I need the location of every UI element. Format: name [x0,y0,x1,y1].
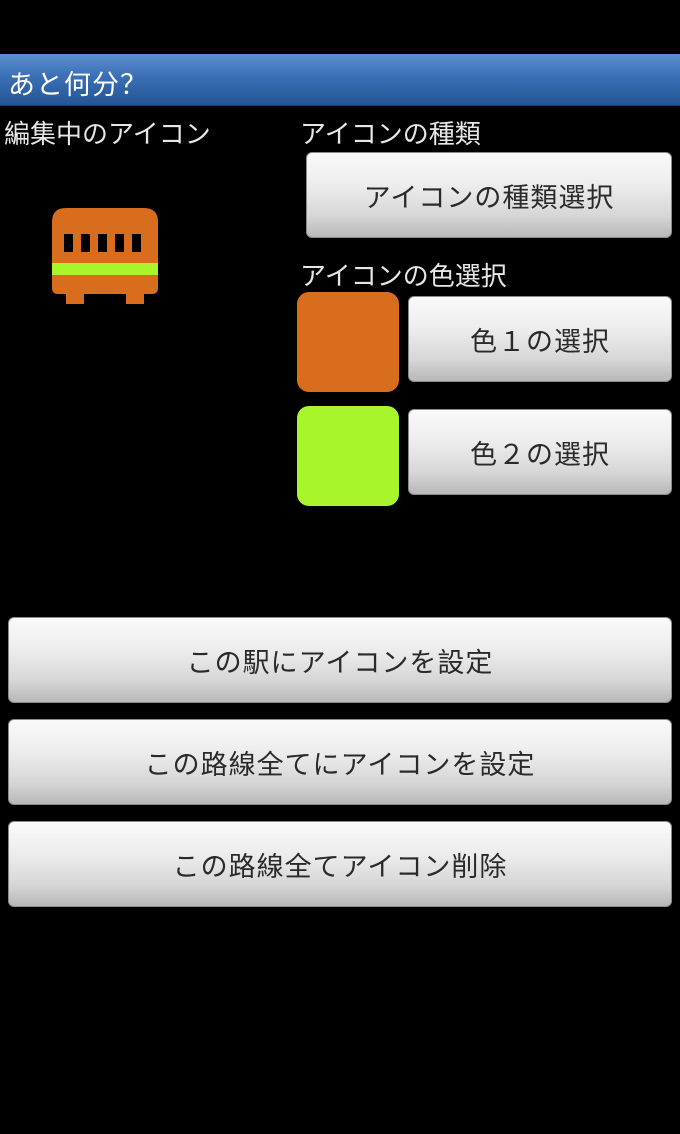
train-icon [52,208,158,304]
editing-icon-label: 編集中のアイコン [4,120,211,150]
delete-all-line-icon-button[interactable]: この路線全てアイコン削除 [8,821,672,907]
set-station-icon-button[interactable]: この駅にアイコンを設定 [8,617,672,703]
icon-type-select-button[interactable]: アイコンの種類選択 [306,152,672,238]
app-title: あと何分？ [8,70,148,101]
title-bar: あと何分？ [0,54,680,106]
color1-select-button[interactable]: 色１の選択 [408,296,672,382]
icon-color-label: アイコンの色選択 [300,262,507,292]
color1-swatch [297,292,399,392]
set-all-line-icon-button[interactable]: この路線全てにアイコンを設定 [8,719,672,805]
icon-type-label: アイコンの種類 [300,120,481,150]
color2-swatch [297,406,399,506]
color2-select-button[interactable]: 色２の選択 [408,409,672,495]
